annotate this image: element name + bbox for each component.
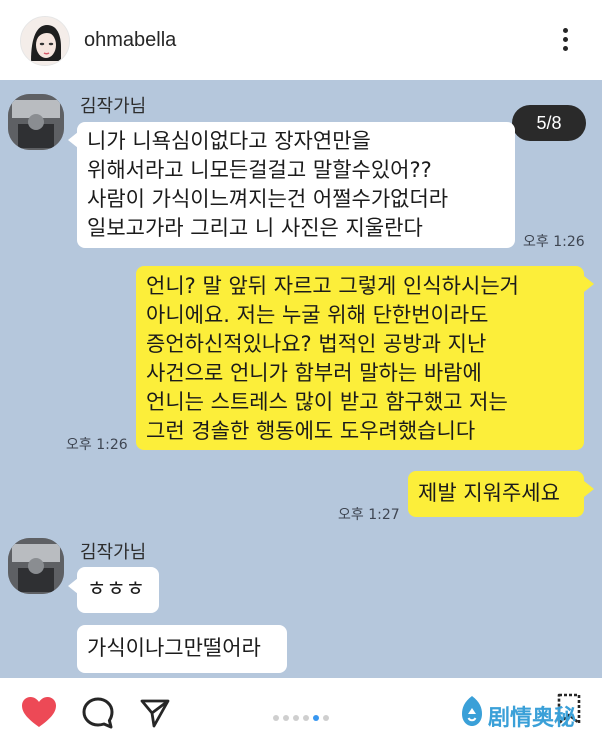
sender-name: 김작가님 [80,96,147,117]
sent-message: 제발 지워주세요 [408,471,584,517]
username[interactable]: ohmabella [84,29,176,52]
watermark-text: 剧情奥秘 [488,706,577,731]
received-message: 니가 니욕심이없다고 장자연만을 위해서라고 니모든걸걸고 말할수있어?? 사람… [77,122,515,248]
share-icon[interactable] [139,697,171,729]
watermark-logo-icon [462,696,482,726]
carousel-indicator [271,706,331,725]
heart-icon[interactable] [20,695,58,729]
received-message: 가식이나그만떨어라 [77,625,287,673]
profile-avatar[interactable] [20,16,70,66]
friend-avatar [8,94,64,150]
sender-name: 김작가님 [80,542,147,563]
more-vertical-icon[interactable] [555,24,575,58]
chat-screenshot: 5/8 김작가님 니가 니욕심이없다고 장자연만을 위해서라고 니모든걸걸고 말… [0,80,602,678]
friend-avatar [8,538,64,594]
image-counter: 5/8 [512,105,586,141]
profile-avatar-image [21,17,69,65]
message-time: 오후 1:26 [523,234,585,250]
comment-icon[interactable] [81,696,115,730]
message-time: 오후 1:26 [66,437,128,453]
post-header: ohmabella [0,0,602,81]
message-time: 오후 1:27 [338,507,400,523]
sent-message: 언니? 말 앞뒤 자르고 그렇게 인식하시는거 아니에요. 저는 누굴 위해 단… [136,266,584,450]
watermark: 剧情奥秘 [458,694,576,734]
action-bar: 剧情奥秘 [0,678,602,748]
received-message: ㅎㅎㅎ [77,567,159,613]
